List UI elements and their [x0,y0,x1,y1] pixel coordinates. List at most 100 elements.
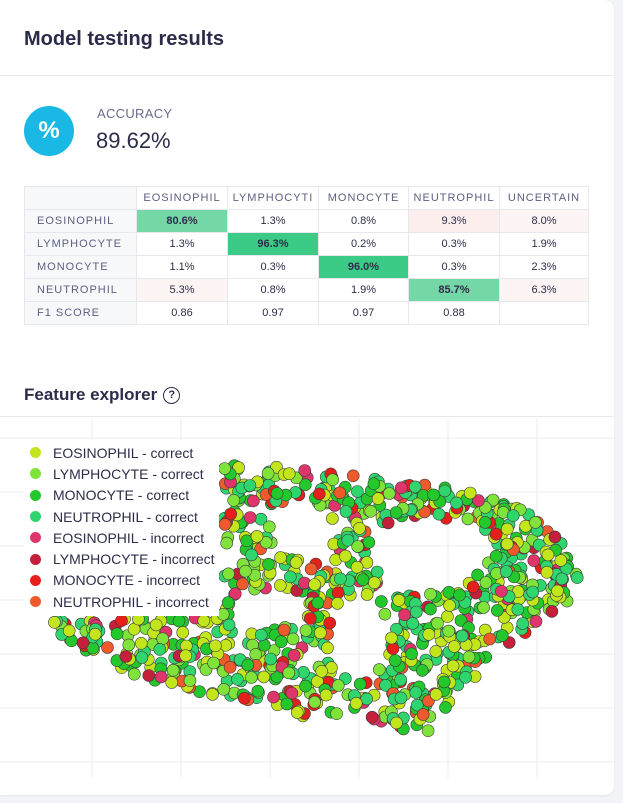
data-point[interactable] [135,651,149,664]
data-point[interactable] [289,556,303,569]
data-point[interactable] [76,636,90,650]
data-point[interactable] [224,507,237,521]
data-point[interactable] [381,516,395,530]
data-point[interactable] [88,627,102,641]
data-point[interactable] [500,522,514,536]
data-point[interactable] [243,479,257,492]
data-point[interactable] [389,506,403,519]
data-point[interactable] [319,688,333,702]
legend-item[interactable]: NEUTROPHIL - incorrect [30,591,215,612]
data-point[interactable] [241,658,255,672]
data-point[interactable] [394,673,407,687]
data-point[interactable] [442,624,456,638]
data-point[interactable] [390,716,403,730]
data-point[interactable] [479,576,493,589]
data-point[interactable] [489,549,503,563]
data-point[interactable] [222,618,236,632]
data-point[interactable] [545,605,559,618]
data-point[interactable] [154,670,168,684]
data-point[interactable] [323,616,337,630]
data-point[interactable] [506,509,520,522]
data-point[interactable] [222,567,235,581]
data-point[interactable] [254,628,268,642]
data-point[interactable] [308,695,322,709]
data-point[interactable] [455,629,469,643]
data-point[interactable] [282,666,296,680]
data-point[interactable] [274,551,287,564]
data-point[interactable] [511,603,525,616]
data-point[interactable] [285,686,299,700]
data-point[interactable] [207,656,220,670]
data-point[interactable] [495,629,509,642]
data-point[interactable] [424,602,437,616]
data-point[interactable] [429,688,443,701]
data-point[interactable] [453,588,466,602]
data-point[interactable] [409,605,423,619]
data-point[interactable] [443,599,456,612]
data-point[interactable] [262,558,275,571]
data-point[interactable] [540,566,554,579]
data-point[interactable] [326,473,339,487]
data-point[interactable] [339,549,352,563]
data-point[interactable] [220,536,233,550]
data-point[interactable] [261,467,275,480]
question-circle-icon[interactable]: ? [163,386,181,404]
data-point[interactable] [282,467,296,481]
data-point[interactable] [365,710,379,724]
data-point[interactable] [331,679,345,692]
data-point[interactable] [238,691,251,705]
data-point[interactable] [446,659,460,673]
data-point[interactable] [489,527,503,541]
data-point[interactable] [462,650,476,664]
data-point[interactable] [478,516,492,529]
data-point[interactable] [156,632,169,645]
data-point[interactable] [298,464,312,477]
data-point[interactable] [287,649,301,662]
data-point[interactable] [303,612,317,625]
data-point[interactable] [135,637,148,650]
data-point[interactable] [227,494,240,507]
data-point[interactable] [416,708,430,721]
data-point[interactable] [299,624,313,637]
data-point[interactable] [447,640,461,653]
data-point[interactable] [217,682,230,696]
data-point[interactable] [330,707,343,721]
data-point[interactable] [490,604,504,617]
data-point[interactable] [405,647,418,661]
data-point[interactable] [378,607,392,621]
data-point[interactable] [48,616,61,629]
data-point[interactable] [463,486,477,500]
data-point[interactable] [350,560,364,574]
legend-item[interactable]: LYMPHOCYTE - incorrect [30,548,215,569]
data-point[interactable] [516,617,530,630]
data-point[interactable] [245,671,258,684]
data-point[interactable] [304,562,318,576]
data-point[interactable] [346,469,360,483]
data-point[interactable] [392,594,406,607]
data-point[interactable] [370,565,384,579]
data-point[interactable] [422,628,436,641]
data-point[interactable] [333,486,347,500]
data-point[interactable] [286,632,300,646]
data-point[interactable] [311,596,325,610]
data-point[interactable] [527,554,541,567]
data-point[interactable] [273,579,287,592]
data-point[interactable] [149,618,163,632]
data-point[interactable] [218,462,231,475]
data-point[interactable] [415,664,429,677]
legend-item[interactable]: MONOCYTE - incorrect [30,570,215,591]
data-point[interactable] [450,496,463,510]
data-point[interactable] [249,648,262,661]
data-point[interactable] [277,623,291,637]
data-point[interactable] [555,572,569,586]
data-point[interactable] [122,638,136,652]
data-point[interactable] [209,639,222,653]
data-point[interactable] [216,608,230,621]
data-point[interactable] [431,616,444,630]
data-point[interactable] [461,512,475,526]
data-point[interactable] [206,688,219,701]
data-point[interactable] [110,627,124,641]
data-point[interactable] [165,676,178,689]
data-point[interactable] [101,641,114,654]
data-point[interactable] [236,577,249,591]
